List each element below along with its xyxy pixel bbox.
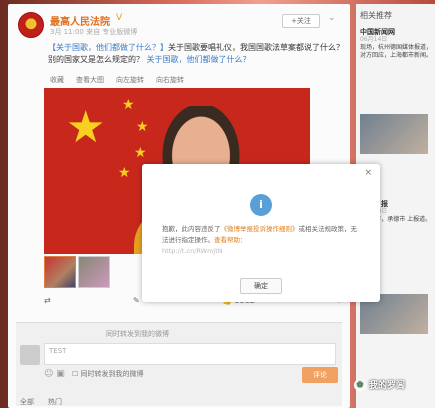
comment-hint: 同时转发到我的微博: [106, 330, 169, 338]
info-icon: i: [250, 194, 272, 216]
comment-submit-button[interactable]: 评论: [302, 367, 338, 383]
sidebar-image[interactable]: [360, 114, 428, 154]
rules-link[interactable]: 《微博举报投诉操作细则》: [221, 225, 299, 233]
username[interactable]: 最高人民法院: [50, 13, 110, 28]
comment-box: 同时转发到我的微博 TEST ☺ ▣ ☐ 同时转发到我的微博 评论 全部 热门: [16, 322, 342, 406]
chevron-down-icon[interactable]: ⌄: [328, 13, 336, 23]
error-dialog: × i 抱歉，此内容违反了《微博举报投诉操作细则》或相关法规政策，无法进行指定操…: [142, 164, 380, 302]
action-rotate-right[interactable]: 向右旋转: [156, 75, 184, 85]
action-view-large[interactable]: 查看大图: [76, 75, 104, 85]
follow-button[interactable]: +关注: [282, 14, 320, 28]
flag-star-icon: ★: [66, 102, 106, 153]
ok-button[interactable]: 确定: [240, 278, 282, 294]
action-rotate-left[interactable]: 向左旋转: [116, 75, 144, 85]
verified-badge: V: [116, 13, 123, 23]
post-topic-link[interactable]: 【关于国歌，他们都做了什么？】: [48, 43, 168, 52]
sidebar-title: 相关推荐: [360, 11, 392, 20]
flag-small-star-icon: ★: [118, 165, 131, 181]
comment-tabs: 全部 热门: [20, 397, 62, 407]
emoji-icon[interactable]: ☺ ▣: [44, 369, 65, 379]
page-background: 最高人民法院 V 3月 11:00 来自 专业版微博 +关注 ⌄ 【关于国歌，他…: [0, 0, 435, 408]
tab-hot[interactable]: 热门: [48, 397, 62, 407]
dialog-url[interactable]: http://t.cn/RWmjtN: [162, 247, 223, 255]
my-avatar: [20, 345, 40, 365]
flag-small-star-icon: ★: [136, 119, 149, 135]
action-collect[interactable]: 收藏: [50, 75, 64, 85]
tab-all[interactable]: 全部: [20, 397, 34, 407]
dialog-message: 抱歉，此内容违反了《微博举报投诉操作细则》或相关法规政策，无法进行指定操作。查看…: [162, 225, 357, 255]
flag-small-star-icon: ★: [134, 145, 147, 161]
close-icon[interactable]: ×: [364, 168, 372, 178]
watermark: ✿ 我的罗闾: [354, 378, 405, 391]
post-video-link[interactable]: 关于国歌，他们都做了什么？: [147, 55, 251, 64]
repost-checkbox[interactable]: ☐ 同时转发到我的微博: [72, 369, 144, 379]
wechat-icon: ✿: [354, 378, 366, 391]
image-thumbnails: [44, 256, 110, 288]
sidebar-item[interactable]: 中国新闻网 06月14日 现场，杭州德国媒体报道，对方回应，上海都市新闻。: [360, 28, 432, 60]
comment-input[interactable]: TEST: [44, 343, 336, 365]
avatar[interactable]: [18, 12, 44, 38]
help-link[interactable]: 查看帮助：: [214, 236, 247, 244]
post-meta: 3月 11:00 来自 专业版微博: [50, 28, 138, 36]
flag-small-star-icon: ★: [122, 97, 135, 113]
comment-icon[interactable]: ✎: [133, 296, 140, 305]
post-text: 【关于国歌，他们都做了什么？】关于国歌要唱礼仪，我国国歌法草案都说了什么？别的国…: [48, 42, 344, 66]
repost-icon[interactable]: ⇄: [44, 296, 51, 305]
image-actions: 收藏 查看大图 向左旋转 向右旋转: [50, 75, 184, 85]
thumbnail-1[interactable]: [44, 256, 76, 288]
thumbnail-2[interactable]: [78, 256, 110, 288]
